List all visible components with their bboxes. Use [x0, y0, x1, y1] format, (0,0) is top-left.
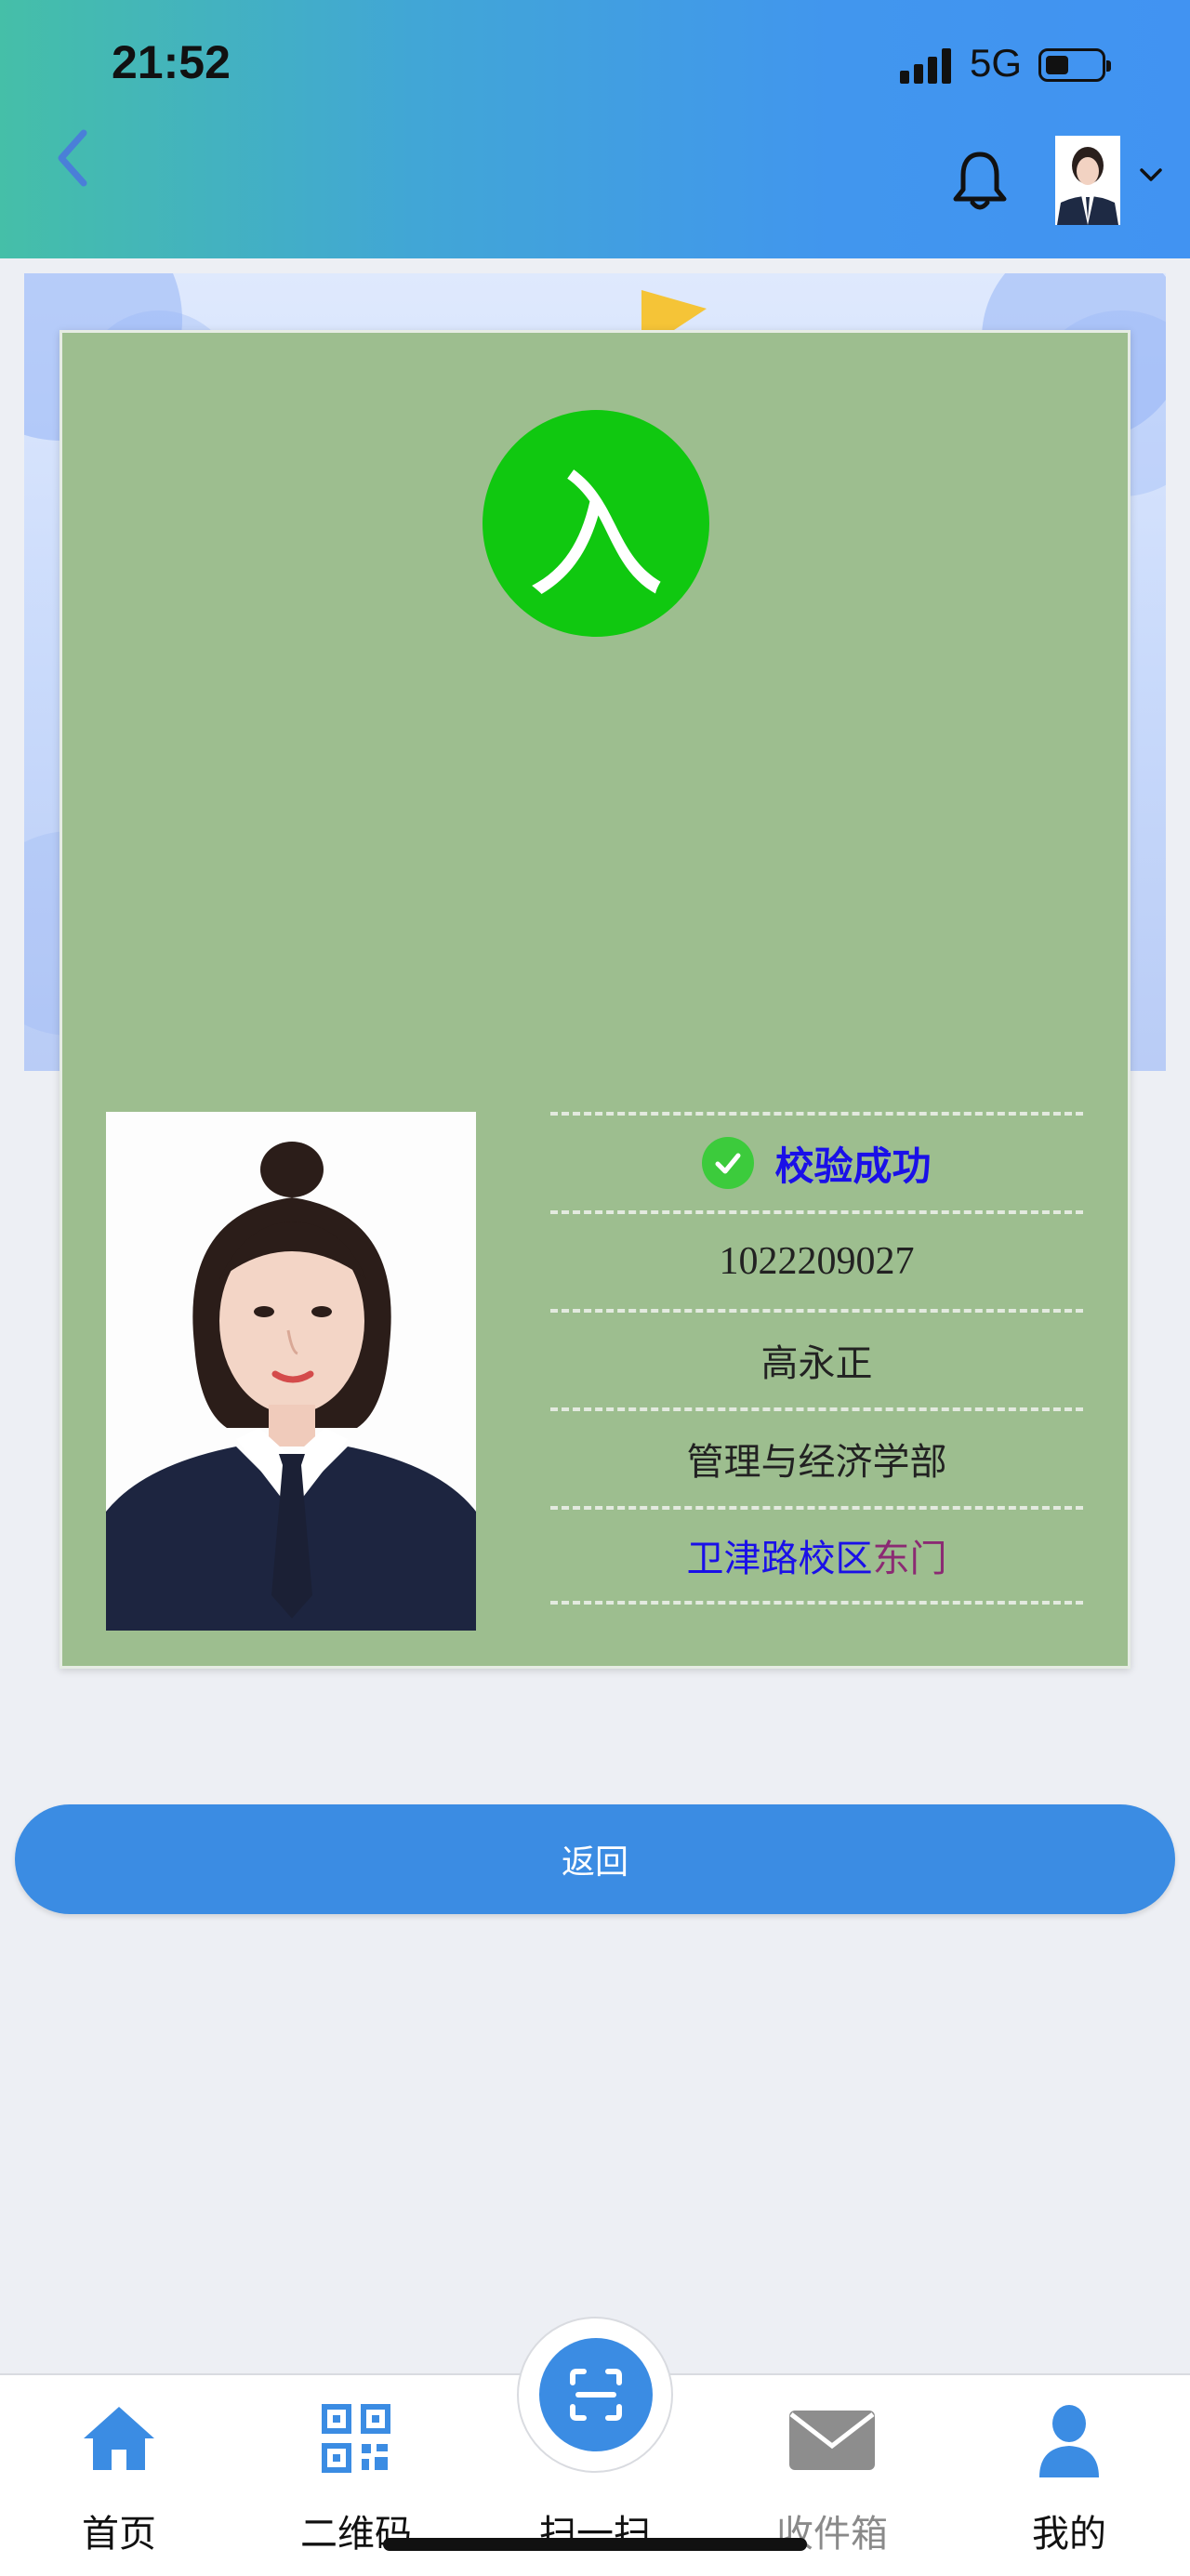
signal-icon — [900, 48, 956, 84]
avatar[interactable] — [1055, 136, 1120, 225]
scan-button[interactable] — [539, 2338, 653, 2451]
student-photo — [106, 1112, 476, 1631]
student-id-row: 1022209027 — [550, 1210, 1083, 1309]
pass-card: 入 校验成功 1022209027 高永正 管理与经济学部 卫津路校区 东门 — [60, 330, 1130, 1669]
home-indicator — [383, 2538, 807, 2551]
info-list: 校验成功 1022209027 高永正 管理与经济学部 卫津路校区 东门 — [550, 1112, 1083, 1605]
student-id: 1022209027 — [719, 1240, 915, 1283]
verify-text: 校验成功 — [774, 1143, 932, 1189]
tab-profile-label: 我的 — [1032, 2513, 1106, 2556]
campus-name: 卫津路校区 — [686, 1538, 873, 1580]
verify-row: 校验成功 — [550, 1112, 1083, 1210]
gate-name: 东门 — [872, 1538, 947, 1580]
app-header: 21:52 5G — [0, 0, 1190, 258]
chevron-left-icon — [58, 129, 87, 187]
tab-inbox[interactable]: 收件箱 — [748, 2394, 916, 2556]
return-button[interactable]: 返回 — [15, 1804, 1175, 1914]
location-row: 卫津路校区 东门 — [550, 1506, 1083, 1605]
network-label: 5G — [970, 41, 1023, 85]
bell-icon[interactable] — [950, 149, 1010, 214]
home-icon — [84, 2407, 154, 2470]
battery-icon — [1038, 48, 1111, 82]
check-icon — [702, 1137, 755, 1189]
qr-code-icon — [322, 2404, 390, 2473]
status-time: 21:52 — [112, 36, 231, 88]
tab-home-label: 首页 — [82, 2513, 156, 2556]
tab-home[interactable]: 首页 — [35, 2394, 203, 2556]
back-button[interactable] — [52, 125, 99, 191]
entry-badge: 入 — [483, 410, 709, 637]
tab-profile[interactable]: 我的 — [985, 2394, 1153, 2556]
chevron-down-icon[interactable] — [1138, 165, 1164, 184]
student-name: 高永正 — [760, 1342, 873, 1385]
mail-icon — [789, 2411, 875, 2470]
department: 管理与经济学部 — [686, 1441, 947, 1484]
user-icon — [1039, 2405, 1099, 2477]
name-row: 高永正 — [550, 1309, 1083, 1407]
verify-status: 校验成功 — [702, 1135, 932, 1192]
tab-qrcode[interactable]: 二维码 — [272, 2394, 440, 2556]
scan-icon — [570, 2369, 622, 2421]
department-row: 管理与经济学部 — [550, 1407, 1083, 1506]
